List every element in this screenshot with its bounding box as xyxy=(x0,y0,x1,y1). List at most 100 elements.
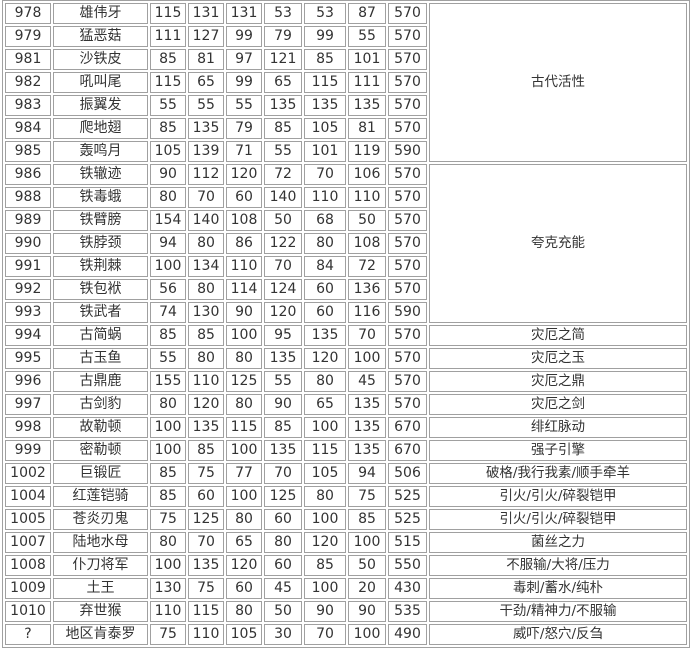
table-row: 1009 土王 130 75 60 45 100 20 430 毒刺/蓄水/纯朴 xyxy=(5,578,687,599)
total-cell: 525 xyxy=(388,509,427,530)
stat-cell: 101 xyxy=(348,49,386,70)
stat-cell: 85 xyxy=(150,49,186,70)
stat-cell: 115 xyxy=(188,601,224,622)
stat-cell: 55 xyxy=(226,95,262,116)
total-cell: 570 xyxy=(388,325,427,346)
table-row: 997 古剑豹 80 120 80 90 65 135 570 灾厄之剑 xyxy=(5,394,687,415)
total-cell: 570 xyxy=(388,3,427,24)
stat-cell: 85 xyxy=(304,555,346,576)
dex-number-cell: 999 xyxy=(5,440,51,461)
name-cell: 铁脖颈 xyxy=(53,233,148,254)
dex-number-cell: 995 xyxy=(5,348,51,369)
name-cell: 轰鸣月 xyxy=(53,141,148,162)
stat-cell: 100 xyxy=(348,532,386,553)
stat-cell: 100 xyxy=(150,417,186,438)
stat-cell: 53 xyxy=(304,3,346,24)
stat-cell: 97 xyxy=(226,49,262,70)
table-row: 1002 巨锻匠 85 75 77 70 105 94 506 破格/我行我素/顺手牵羊 xyxy=(5,463,687,484)
stat-cell: 115 xyxy=(226,417,262,438)
stat-cell: 114 xyxy=(226,279,262,300)
table-row: 978 雄伟牙 115 131 131 53 53 87 570 古代活性 xyxy=(5,3,687,162)
name-cell: 土王 xyxy=(53,578,148,599)
total-cell: 670 xyxy=(388,417,427,438)
pokemon-stats-table: 978 雄伟牙 115 131 131 53 53 87 570 古代活性 979 猛恶菇 111 127… xyxy=(2,0,690,648)
stat-cell: 80 xyxy=(304,233,346,254)
name-cell: 古简蜗 xyxy=(53,325,148,346)
stat-cell: 87 xyxy=(348,3,386,24)
stat-cell: 65 xyxy=(226,532,262,553)
dex-number-cell: 991 xyxy=(5,256,51,277)
total-cell: 570 xyxy=(388,210,427,231)
ability-cell: 毒刺/蓄水/纯朴 xyxy=(429,578,687,599)
stat-cell: 85 xyxy=(348,509,386,530)
table-row: 995 古玉鱼 55 80 80 135 120 100 570 灾厄之玉 xyxy=(5,348,687,369)
dex-number-cell: 988 xyxy=(5,187,51,208)
table-row: ? 地区肯泰罗 75 110 105 30 70 100 490 威吓/怒穴/反刍 xyxy=(5,624,687,645)
ability-cell: 干劲/精神力/不服输 xyxy=(429,601,687,622)
stat-cell: 139 xyxy=(188,141,224,162)
stat-cell: 80 xyxy=(150,394,186,415)
name-cell: 铁辙迹 xyxy=(53,164,148,185)
stat-cell: 95 xyxy=(264,325,302,346)
stat-cell: 50 xyxy=(348,210,386,231)
stat-cell: 135 xyxy=(264,348,302,369)
ability-cell: 威吓/怒穴/反刍 xyxy=(429,624,687,645)
ability-cell: 夸克充能 xyxy=(429,164,687,323)
stat-cell: 135 xyxy=(348,417,386,438)
stat-cell: 100 xyxy=(150,440,186,461)
stat-cell: 60 xyxy=(264,509,302,530)
name-cell: 铁毒蛾 xyxy=(53,187,148,208)
stat-cell: 85 xyxy=(188,440,224,461)
dex-number-cell: 992 xyxy=(5,279,51,300)
stat-cell: 68 xyxy=(304,210,346,231)
stat-cell: 110 xyxy=(150,601,186,622)
total-cell: 570 xyxy=(388,187,427,208)
total-cell: 590 xyxy=(388,302,427,323)
total-cell: 570 xyxy=(388,26,427,47)
dex-number-cell: 983 xyxy=(5,95,51,116)
total-cell: 570 xyxy=(388,279,427,300)
stat-cell: 130 xyxy=(188,302,224,323)
stat-cell: 110 xyxy=(226,256,262,277)
ability-cell: 破格/我行我素/顺手牵羊 xyxy=(429,463,687,484)
stat-cell: 136 xyxy=(348,279,386,300)
stat-cell: 55 xyxy=(348,26,386,47)
stat-cell: 99 xyxy=(304,26,346,47)
stat-cell: 75 xyxy=(188,463,224,484)
stat-cell: 79 xyxy=(226,118,262,139)
ability-cell: 绯红脉动 xyxy=(429,417,687,438)
stat-cell: 80 xyxy=(304,371,346,392)
stat-cell: 124 xyxy=(264,279,302,300)
name-cell: 振翼发 xyxy=(53,95,148,116)
dex-number-cell: 1004 xyxy=(5,486,51,507)
dex-number-cell: 979 xyxy=(5,26,51,47)
stat-cell: 80 xyxy=(188,348,224,369)
name-cell: 弃世猴 xyxy=(53,601,148,622)
name-cell: 铁包袱 xyxy=(53,279,148,300)
name-cell: 铁臂膀 xyxy=(53,210,148,231)
dex-number-cell: 989 xyxy=(5,210,51,231)
stat-cell: 99 xyxy=(226,72,262,93)
stat-cell: 116 xyxy=(348,302,386,323)
stat-cell: 60 xyxy=(304,279,346,300)
stat-cell: 70 xyxy=(304,624,346,645)
stat-cell: 72 xyxy=(348,256,386,277)
ability-cell: 古代活性 xyxy=(429,3,687,162)
stat-cell: 90 xyxy=(226,302,262,323)
stat-cell: 130 xyxy=(150,578,186,599)
stat-cell: 80 xyxy=(226,601,262,622)
total-cell: 515 xyxy=(388,532,427,553)
name-cell: 铁武者 xyxy=(53,302,148,323)
stat-cell: 110 xyxy=(348,187,386,208)
ability-cell: 引火/引火/碎裂铠甲 xyxy=(429,486,687,507)
total-cell: 506 xyxy=(388,463,427,484)
stat-cell: 105 xyxy=(304,463,346,484)
stat-cell: 75 xyxy=(348,486,386,507)
name-cell: 沙铁皮 xyxy=(53,49,148,70)
ability-cell: 不服输/大将/压力 xyxy=(429,555,687,576)
ability-cell: 灾厄之剑 xyxy=(429,394,687,415)
stat-cell: 72 xyxy=(264,164,302,185)
total-cell: 570 xyxy=(388,256,427,277)
stat-cell: 75 xyxy=(150,624,186,645)
total-cell: 570 xyxy=(388,164,427,185)
